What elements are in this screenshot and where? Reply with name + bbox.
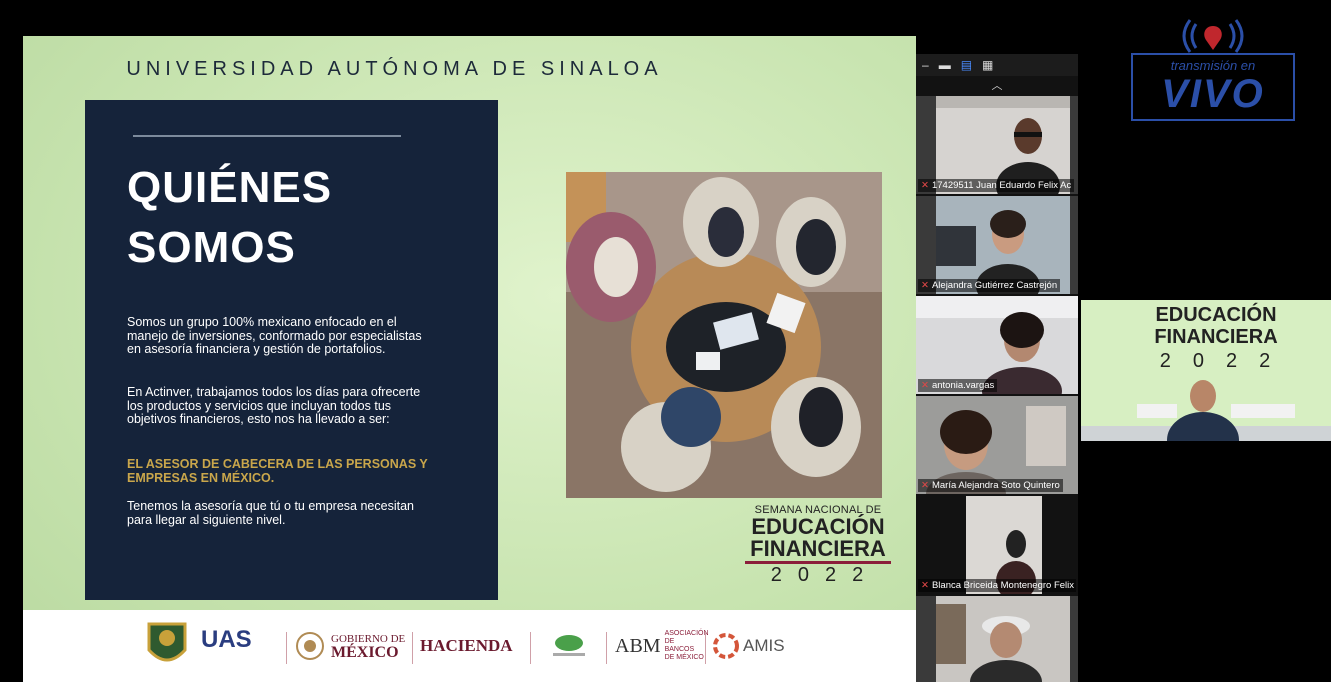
card-heading: QUIÉNES SOMOS [127, 163, 333, 272]
strip-view-icon[interactable]: ▬ [939, 58, 951, 72]
view-toolbar: – ▬ ▤ ▦ [916, 54, 1078, 76]
condusef-logo-icon [549, 628, 589, 664]
speaker-video [1081, 380, 1331, 441]
uas-logo: UAS [201, 626, 252, 653]
scroll-up-icon[interactable]: ︿ [916, 77, 1078, 93]
hacienda-logo: HACIENDA [420, 636, 513, 655]
active-speaker-tile[interactable]: EDUCACIÓN FINANCIERA 2022 [1081, 300, 1331, 441]
event-logo: SEMANA NACIONAL DE EDUCACIÓN FINANCIERA … [745, 504, 891, 586]
divider [530, 632, 531, 664]
participant-name: Alejandra Gutiérrez Castrejón [931, 280, 1058, 291]
speaker-view-icon[interactable]: ▤ [961, 58, 972, 72]
abm-logo: ABM ASOCIACIÓN DE BANCOS DE MÉXICO [615, 630, 709, 661]
about-card: QUIÉNES SOMOS Somos un grupo 100% mexica… [85, 100, 498, 600]
eagle-seal-icon [296, 632, 324, 660]
amis-logo: AMIS [713, 628, 785, 664]
uas-seal-icon [145, 622, 189, 664]
participant-tile[interactable]: ✕ Alejandra Gutiérrez Castrejón [916, 196, 1078, 294]
divider [286, 632, 287, 664]
mic-muted-icon: ✕ [921, 380, 929, 391]
participant-tile[interactable]: ✕ antonia.vargas [916, 296, 1078, 394]
participant-tile[interactable] [916, 596, 1078, 682]
divider [705, 632, 706, 664]
divider [412, 632, 413, 664]
sponsor-logos-bar: UAS GOBIERNO DE MÉXICO HACIENDA ABM ASOC… [23, 610, 916, 682]
participant-tile[interactable]: ✕ 17429511 Juan Eduardo Felix Ac [916, 96, 1078, 194]
minimize-icon[interactable]: – [922, 58, 929, 72]
gobierno-logo: GOBIERNO DE MÉXICO [295, 628, 405, 664]
participant-tile[interactable]: ✕ Blanca Briceida Montenegro Felix [916, 496, 1078, 594]
divider [606, 632, 607, 664]
mic-muted-icon: ✕ [921, 180, 929, 191]
participant-name: antonia.vargas [931, 380, 995, 391]
amis-flower-icon [713, 633, 739, 659]
live-broadcast-badge: transmisión en VIVO [1130, 18, 1296, 122]
participant-name: Blanca Briceida Montenegro Felix [931, 580, 1075, 591]
mic-muted-icon: ✕ [921, 280, 929, 291]
shared-slide: UNIVERSIDAD AUTÓNOMA DE SINALOA QUIÉNES … [23, 36, 916, 682]
participant-name: 17429511 Juan Eduardo Felix Ac [931, 180, 1072, 191]
card-paragraph-1: Somos un grupo 100% mexicano enfocado en… [127, 315, 422, 356]
card-highlight: EL ASESOR DE CABECERA DE LAS PERSONAS Y … [127, 457, 428, 485]
card-paragraph-2: En Actinver, trabajamos todos los días p… [127, 385, 421, 426]
mic-muted-icon: ✕ [921, 480, 929, 491]
participant-tile[interactable]: ✕ María Alejandra Soto Quintero [916, 396, 1078, 494]
university-title: UNIVERSIDAD AUTÓNOMA DE SINALOA [126, 58, 663, 80]
meeting-photo [566, 172, 882, 498]
card-paragraph-3: Tenemos la asesoría que tú o tu empresa … [127, 499, 414, 527]
participant-name: María Alejandra Soto Quintero [931, 480, 1060, 491]
video-conference-window: UNIVERSIDAD AUTÓNOMA DE SINALOA QUIÉNES … [0, 0, 1331, 682]
gallery-view-icon[interactable]: ▦ [982, 58, 993, 72]
participants-panel: – ▬ ▤ ▦ ︿ ✕ 17429511 Juan Eduardo Felix A… [916, 54, 1078, 682]
mic-muted-icon: ✕ [921, 580, 929, 591]
broadcast-icon [1182, 19, 1244, 53]
divider [133, 135, 401, 137]
